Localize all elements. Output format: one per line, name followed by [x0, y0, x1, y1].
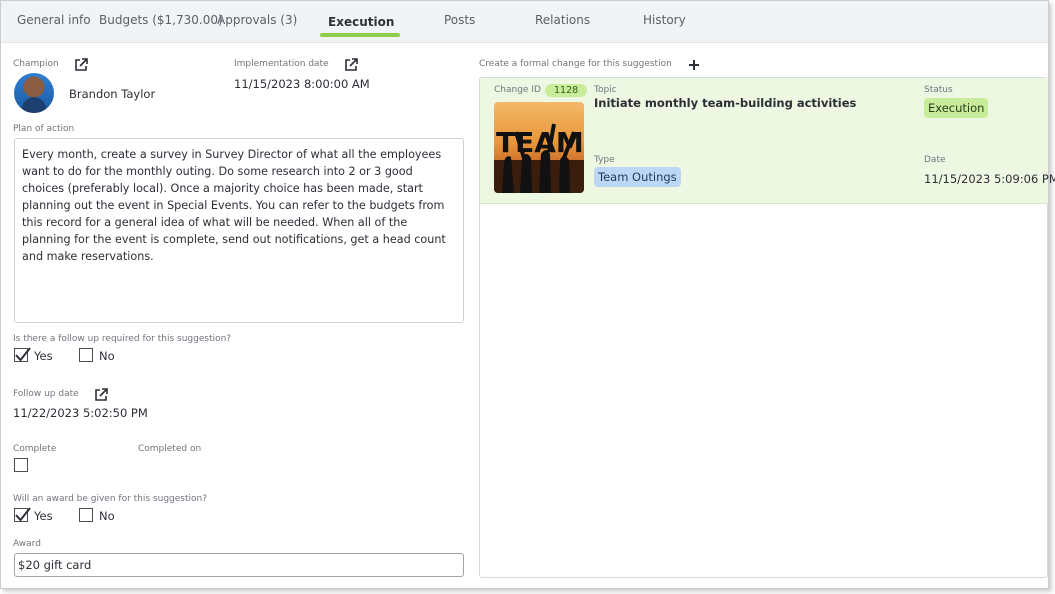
plus-icon[interactable]	[687, 58, 701, 72]
complete-checkbox[interactable]	[14, 458, 28, 472]
champion-avatar	[14, 73, 54, 113]
plan-of-action-textarea[interactable]: Every month, create a survey in Survey D…	[14, 138, 464, 323]
tab-posts[interactable]: Posts	[444, 13, 475, 27]
followup-no-label: No	[99, 349, 115, 363]
external-link-icon[interactable]	[74, 58, 88, 72]
complete-label: Complete	[13, 444, 57, 454]
implementation-date-label: Implementation date	[234, 59, 329, 69]
active-tab-indicator	[320, 33, 400, 37]
tab-general-info[interactable]: General info	[17, 13, 91, 27]
followup-question: Is there a follow up required for this s…	[13, 334, 232, 344]
tab-approvals[interactable]: Approvals (3)	[217, 13, 297, 27]
champion-name[interactable]: Brandon Taylor	[69, 87, 155, 101]
change-id-label: Change ID	[494, 85, 541, 95]
change-id-badge: 1128	[545, 84, 588, 97]
award-input[interactable]	[14, 553, 464, 577]
followup-date-value: 11/22/2023 5:02:50 PM	[13, 406, 148, 420]
external-link-icon[interactable]	[344, 58, 358, 72]
status-label: Status	[924, 85, 953, 95]
award-yes-label: Yes	[34, 509, 53, 523]
topic-label: Topic	[594, 85, 617, 95]
status-badge: Execution	[924, 98, 989, 118]
date-label: Date	[924, 155, 946, 165]
team-image: TEAM	[494, 102, 584, 193]
topic-value: Initiate monthly team-building activitie…	[594, 96, 857, 110]
suggestion-panel: General info Budgets ($1,730.00) Approva…	[0, 0, 1055, 589]
type-label: Type	[594, 155, 615, 165]
champion-label: Champion	[13, 59, 59, 69]
award-label: Award	[13, 539, 41, 549]
check-icon	[15, 347, 31, 362]
date-value: 11/15/2023 5:09:06 PM	[924, 172, 1055, 186]
tab-budgets[interactable]: Budgets ($1,730.00)	[99, 13, 223, 27]
type-badge: Team Outings	[594, 167, 681, 187]
followup-yes-checkbox[interactable]	[14, 347, 31, 362]
tab-bar: General info Budgets ($1,730.00) Approva…	[1, 1, 1048, 43]
create-change-label: Create a formal change for this suggesti…	[479, 59, 672, 69]
followup-no-checkbox[interactable]	[79, 348, 93, 362]
award-question: Will an award be given for this suggesti…	[13, 494, 207, 504]
award-no-label: No	[99, 509, 115, 523]
tab-relations[interactable]: Relations	[535, 13, 590, 27]
award-no-checkbox[interactable]	[79, 508, 93, 522]
external-link-icon[interactable]	[94, 388, 108, 402]
check-icon	[15, 507, 31, 522]
completed-on-label: Completed on	[138, 444, 202, 454]
followup-yes-label: Yes	[34, 349, 53, 363]
implementation-date-value: 11/15/2023 8:00:00 AM	[234, 77, 370, 91]
award-yes-checkbox[interactable]	[14, 507, 31, 522]
followup-date-label: Follow up date	[13, 389, 79, 399]
tab-execution[interactable]: Execution	[328, 15, 394, 29]
plan-label: Plan of action	[13, 124, 75, 134]
changes-list: Change ID 1128 TEAM Topic Initiate month…	[479, 77, 1055, 578]
change-card[interactable]: Change ID 1128 TEAM Topic Initiate month…	[480, 78, 1055, 204]
tab-history[interactable]: History	[643, 13, 686, 27]
